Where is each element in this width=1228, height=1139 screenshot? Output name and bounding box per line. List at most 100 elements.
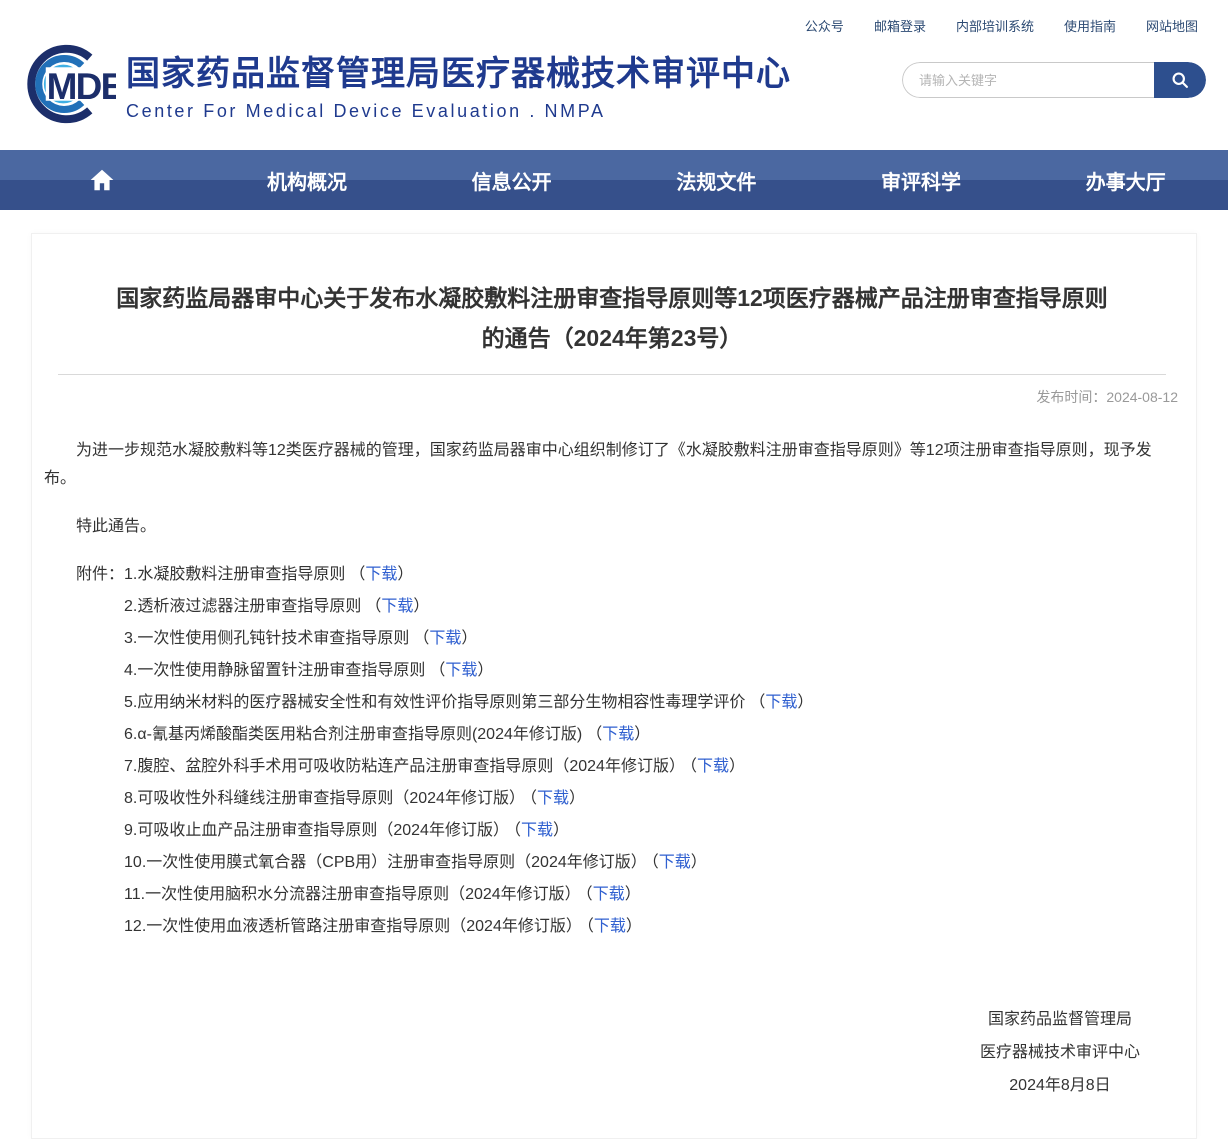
- attachment-text: 10.一次性使用膜式氧合器（CPB用）注册审查指导原则（2024年修订版）: [124, 854, 647, 871]
- paren-open: （: [529, 790, 537, 807]
- attachment-item: 2.透析液过滤器注册审查指导原则（下载）: [124, 591, 813, 623]
- download-link[interactable]: 下载: [659, 854, 691, 871]
- paren-close: ）: [397, 566, 413, 583]
- attachment-text: 1.水凝胶敷料注册审查指导原则: [124, 566, 345, 583]
- paren-close: ）: [691, 854, 707, 871]
- paren-open: （: [413, 630, 429, 647]
- paren-close: ）: [553, 822, 569, 839]
- title-divider: [58, 374, 1166, 375]
- attachment-text: 9.可吸收止血产品注册审查指导原则（2024年修订版）: [124, 822, 509, 839]
- paren-close: ）: [461, 630, 477, 647]
- paren-close: ）: [477, 662, 493, 679]
- attachments-row: 附件： 1.水凝胶敷料注册审查指导原则（下载） 2.透析液过滤器注册审查指导原则…: [44, 559, 1180, 943]
- download-link[interactable]: 下载: [365, 566, 397, 583]
- attachment-text: 3.一次性使用侧孔钝针技术审查指导原则: [124, 630, 409, 647]
- topbar-link-user-guide[interactable]: 使用指南: [1064, 16, 1116, 35]
- topbar-link-sitemap[interactable]: 网站地图: [1146, 16, 1198, 35]
- topbar-link-mail-login[interactable]: 邮箱登录: [874, 16, 926, 35]
- download-link[interactable]: 下载: [381, 598, 413, 615]
- attachments-block: 附件： 1.水凝胶敷料注册审查指导原则（下载） 2.透析液过滤器注册审查指导原则…: [44, 559, 1180, 943]
- topbar-links: 公众号 邮箱登录 内部培训系统 使用指南 网站地图: [805, 16, 1198, 35]
- paren-open: （: [349, 566, 365, 583]
- attachments-list: 1.水凝胶敷料注册审查指导原则（下载） 2.透析液过滤器注册审查指导原则（下载）…: [124, 559, 813, 943]
- publish-time-label: 发布时间：: [1036, 389, 1106, 405]
- paren-close: ）: [625, 886, 641, 903]
- article-title-line1: 国家药监局器审中心关于发布水凝胶敷料注册审查指导原则等12项医疗器械产品注册审查…: [68, 278, 1156, 318]
- paren-open: （: [586, 726, 602, 743]
- nav-item-service-hall[interactable]: 办事大厅: [1023, 150, 1228, 210]
- site-title-zh: 国家药品监督管理局医疗器械技术审评中心: [126, 46, 791, 95]
- nav-item-review-science[interactable]: 审评科学: [819, 150, 1024, 210]
- attachment-text: 11.一次性使用脑积水分流器注册审查指导原则（2024年修订版）: [124, 886, 581, 903]
- download-link[interactable]: 下载: [429, 630, 461, 647]
- nav-item-home[interactable]: [0, 150, 205, 210]
- attachment-item: 11.一次性使用脑积水分流器注册审查指导原则（2024年修订版）（下载）: [124, 879, 813, 911]
- download-link[interactable]: 下载: [593, 886, 625, 903]
- nav-item-regulations[interactable]: 法规文件: [614, 150, 819, 210]
- search-input[interactable]: [902, 62, 1154, 98]
- download-link[interactable]: 下载: [537, 790, 569, 807]
- site-header: 公众号 邮箱登录 内部培训系统 使用指南 网站地图 MDE 国家药品监督管理局医…: [0, 0, 1228, 150]
- attachment-item: 3.一次性使用侧孔钝针技术审查指导原则（下载）: [124, 623, 813, 655]
- nav-item-info-disclosure[interactable]: 信息公开: [409, 150, 614, 210]
- article-title: 国家药监局器审中心关于发布水凝胶敷料注册审查指导原则等12项医疗器械产品注册审查…: [44, 278, 1180, 358]
- publish-time: 发布时间：2024-08-12: [44, 387, 1178, 407]
- search-icon: [1170, 70, 1190, 90]
- attachment-text: 2.透析液过滤器注册审查指导原则: [124, 598, 361, 615]
- download-link[interactable]: 下载: [765, 694, 797, 711]
- paren-open: （: [585, 886, 593, 903]
- paren-close: ）: [634, 726, 650, 743]
- signature-date: 2024年8月8日: [980, 1069, 1140, 1102]
- attachment-text: 6.α-氰基丙烯酸酯类医用粘合剂注册审查指导原则(2024年修订版): [124, 726, 582, 743]
- search-button[interactable]: [1154, 62, 1206, 98]
- article-paragraph-1: 为进一步规范水凝胶敷料等12类医疗器械的管理，国家药监局器审中心组织制修订了《水…: [44, 437, 1180, 493]
- download-link[interactable]: 下载: [697, 758, 729, 775]
- paren-close: ）: [729, 758, 745, 775]
- signature-org-line2: 医疗器械技术审评中心: [980, 1036, 1140, 1069]
- paren-close: ）: [797, 694, 813, 711]
- main-nav: 机构概况 信息公开 法规文件 审评科学 办事大厅: [0, 150, 1228, 210]
- download-link[interactable]: 下载: [521, 822, 553, 839]
- paren-close: ）: [569, 790, 585, 807]
- attachment-text: 7.腹腔、盆腔外科手术用可吸收防粘连产品注册审查指导原则（2024年修订版）: [124, 758, 685, 775]
- download-link[interactable]: 下载: [445, 662, 477, 679]
- paren-close: ）: [413, 598, 429, 615]
- site-title-en: Center For Medical Device Evaluation . N…: [126, 101, 791, 122]
- attachment-item: 1.水凝胶敷料注册审查指导原则（下载）: [124, 559, 813, 591]
- attachment-text: 8.可吸收性外科缝线注册审查指导原则（2024年修订版）: [124, 790, 525, 807]
- cmde-logo-icon: MDE: [16, 40, 116, 128]
- article-title-line2: 的通告（2024年第23号）: [68, 318, 1156, 358]
- attachment-item: 9.可吸收止血产品注册审查指导原则（2024年修订版）（下载）: [124, 815, 813, 847]
- paren-open: （: [651, 854, 659, 871]
- paren-open: （: [689, 758, 697, 775]
- attachment-item: 7.腹腔、盆腔外科手术用可吸收防粘连产品注册审查指导原则（2024年修订版）（下…: [124, 751, 813, 783]
- logo-acronym-text: MDE: [47, 66, 116, 107]
- attachment-item: 5.应用纳米材料的医疗器械安全性和有效性评价指导原则第三部分生物相容性毒理学评价…: [124, 687, 813, 719]
- download-link[interactable]: 下载: [602, 726, 634, 743]
- logo-titles: 国家药品监督管理局医疗器械技术审评中心 Center For Medical D…: [126, 46, 791, 122]
- paren-open: （: [513, 822, 521, 839]
- attachment-item: 10.一次性使用膜式氧合器（CPB用）注册审查指导原则（2024年修订版）（下载…: [124, 847, 813, 879]
- topbar-link-training-system[interactable]: 内部培训系统: [956, 16, 1034, 35]
- nav-item-about[interactable]: 机构概况: [205, 150, 410, 210]
- signature-org-line1: 国家药品监督管理局: [980, 1003, 1140, 1036]
- site-logo: MDE 国家药品监督管理局医疗器械技术审评中心 Center For Medic…: [16, 40, 791, 128]
- attachment-item: 8.可吸收性外科缝线注册审查指导原则（2024年修订版）（下载）: [124, 783, 813, 815]
- publish-time-date: 2024-08-12: [1106, 389, 1178, 405]
- attachment-item: 12.一次性使用血液透析管路注册审查指导原则（2024年修订版）（下载）: [124, 911, 813, 943]
- home-icon: [89, 167, 115, 193]
- paren-open: （: [365, 598, 381, 615]
- signature-block: 国家药品监督管理局 医疗器械技术审评中心 2024年8月8日: [980, 1003, 1140, 1102]
- paren-open: （: [429, 662, 445, 679]
- download-link[interactable]: 下载: [594, 918, 626, 935]
- attachment-text: 4.一次性使用静脉留置针注册审查指导原则: [124, 662, 425, 679]
- paren-open: （: [586, 918, 594, 935]
- attachment-text: 12.一次性使用血液透析管路注册审查指导原则（2024年修订版）: [124, 918, 582, 935]
- attachment-item: 6.α-氰基丙烯酸酯类医用粘合剂注册审查指导原则(2024年修订版)（下载）: [124, 719, 813, 751]
- topbar-link-wechat[interactable]: 公众号: [805, 16, 844, 35]
- attachment-text: 5.应用纳米材料的医疗器械安全性和有效性评价指导原则第三部分生物相容性毒理学评价: [124, 694, 745, 711]
- paren-open: （: [749, 694, 765, 711]
- attachments-label: 附件：: [76, 559, 124, 943]
- article-panel: 国家药监局器审中心关于发布水凝胶敷料注册审查指导原则等12项医疗器械产品注册审查…: [31, 233, 1197, 1139]
- article-body: 为进一步规范水凝胶敷料等12类医疗器械的管理，国家药监局器审中心组织制修订了《水…: [44, 437, 1180, 1102]
